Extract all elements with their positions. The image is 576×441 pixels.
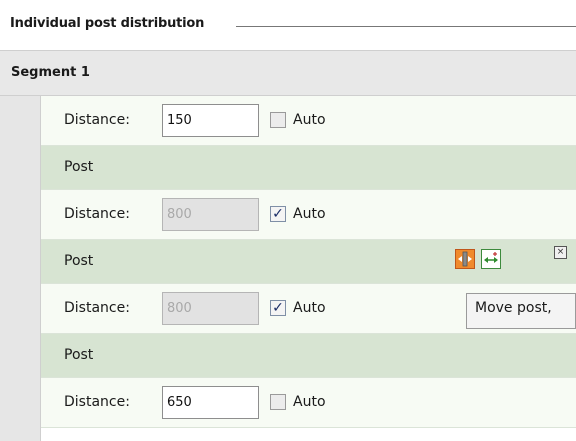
auto-label: Auto [293,394,326,410]
distance-row: Distance: Auto [41,378,576,428]
distance-input[interactable] [162,198,259,231]
close-icon[interactable]: × [554,246,567,259]
post-row[interactable]: Post [41,334,576,378]
post-label: Post [64,159,94,175]
distance-label: Distance: [64,394,130,410]
auto-label: Auto [293,300,326,316]
distance-input[interactable] [162,104,259,137]
swap-posts-button[interactable] [481,249,501,269]
move-post-button[interactable] [455,249,475,269]
post-row[interactable]: Post × [41,240,576,284]
post-row[interactable]: Post [41,146,576,190]
auto-checkbox[interactable]: ✓ [270,300,286,316]
auto-label: Auto [293,206,326,222]
section-legend: Individual post distribution [0,0,576,40]
segment-title: Segment 1 [11,65,90,80]
post-label: Post [64,253,94,269]
move-post-tooltip: Move post, [466,293,576,329]
distance-row: Distance: ✓ Auto [41,190,576,240]
distance-input[interactable] [162,386,259,419]
segment-content: Distance: Auto Post Distance: ✓ Auto Pos… [40,96,576,441]
swap-arrows-icon [484,252,498,263]
segment-header[interactable]: Segment 1 [0,50,576,96]
auto-checkbox[interactable]: ✓ [270,206,286,222]
legend-divider [236,26,576,27]
auto-checkbox[interactable] [270,394,286,410]
distance-label: Distance: [64,112,130,128]
auto-label: Auto [293,112,326,128]
distance-row: Distance: Auto [41,96,576,146]
move-post-icon [458,251,472,267]
post-label: Post [64,347,94,363]
distance-label: Distance: [64,206,130,222]
distance-label: Distance: [64,300,130,316]
segment-indent-gutter [0,96,40,441]
section-title: Individual post distribution [10,16,211,31]
auto-checkbox[interactable] [270,112,286,128]
distance-input[interactable] [162,292,259,325]
